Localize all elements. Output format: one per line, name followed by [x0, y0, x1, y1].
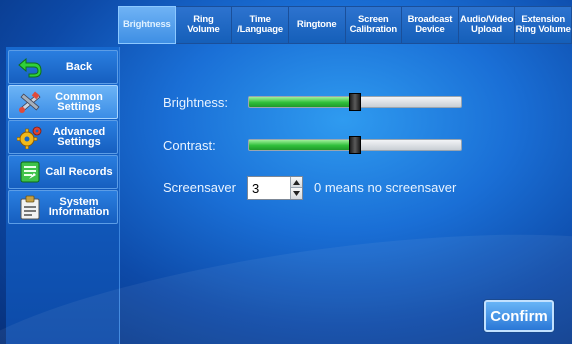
- sidebar-item-label: Common Settings: [55, 91, 103, 113]
- sidebar-item-common-settings[interactable]: Common Settings: [8, 85, 118, 119]
- sidebar-item-label: System Information: [48, 196, 110, 218]
- chevron-up-icon: [293, 179, 300, 185]
- sidebar-item-label: Advanced Settings: [52, 126, 106, 148]
- sidebar-item-system-information[interactable]: System Information: [8, 190, 118, 224]
- stepper-down-button[interactable]: [291, 188, 302, 199]
- tab-time-language[interactable]: Time /Language: [232, 6, 289, 44]
- sidebar-item-back[interactable]: Back: [8, 50, 118, 84]
- tab-brightness[interactable]: Brightness: [118, 6, 176, 44]
- sidebar-item-advanced-settings[interactable]: Advanced Settings: [8, 120, 118, 154]
- contrast-slider-thumb[interactable]: [349, 136, 361, 154]
- tab-broadcast-device[interactable]: Broadcast Device: [402, 6, 459, 44]
- brightness-slider-fill: [249, 97, 355, 107]
- sidebar-item-label: Back: [65, 61, 93, 73]
- call-records-icon: [15, 158, 45, 186]
- brightness-label: Brightness:: [163, 95, 229, 110]
- sidebar: Back Common Settings Advanced Settings C…: [6, 47, 120, 344]
- screensaver-hint: 0 means no screensaver: [314, 180, 457, 195]
- sidebar-item-label: Call Records: [45, 166, 113, 178]
- chevron-down-icon: [293, 191, 300, 196]
- tab-extension-ring-volume[interactable]: Extension Ring Volume: [515, 6, 572, 44]
- confirm-button[interactable]: Confirm: [484, 300, 554, 332]
- tab-screen-calibration[interactable]: Screen Calibration: [345, 6, 403, 44]
- back-arrow-icon: [15, 53, 45, 81]
- tab-bar: Brightness Ring Volume Time /Language Ri…: [118, 6, 572, 44]
- sidebar-item-call-records[interactable]: Call Records: [8, 155, 118, 189]
- contrast-slider[interactable]: [248, 136, 462, 154]
- tab-ring-volume[interactable]: Ring Volume: [175, 6, 233, 44]
- tab-ringtone[interactable]: Ringtone: [288, 6, 346, 44]
- screensaver-label: Screensaver: [163, 180, 236, 195]
- tab-audio-video-upload[interactable]: Audio/Video Upload: [458, 6, 516, 44]
- contrast-slider-fill: [249, 140, 355, 150]
- contrast-label: Contrast:: [163, 138, 216, 153]
- brightness-slider-thumb[interactable]: [349, 93, 361, 111]
- system-info-icon: [15, 193, 45, 221]
- gears-icon: [15, 123, 45, 151]
- screen: Brightness Ring Volume Time /Language Ri…: [0, 0, 572, 344]
- stepper-up-button[interactable]: [291, 177, 302, 188]
- tools-icon: [15, 88, 45, 116]
- screensaver-stepper: [247, 176, 303, 200]
- stepper-buttons: [290, 177, 302, 199]
- screensaver-input[interactable]: [248, 177, 290, 199]
- brightness-slider[interactable]: [248, 93, 462, 111]
